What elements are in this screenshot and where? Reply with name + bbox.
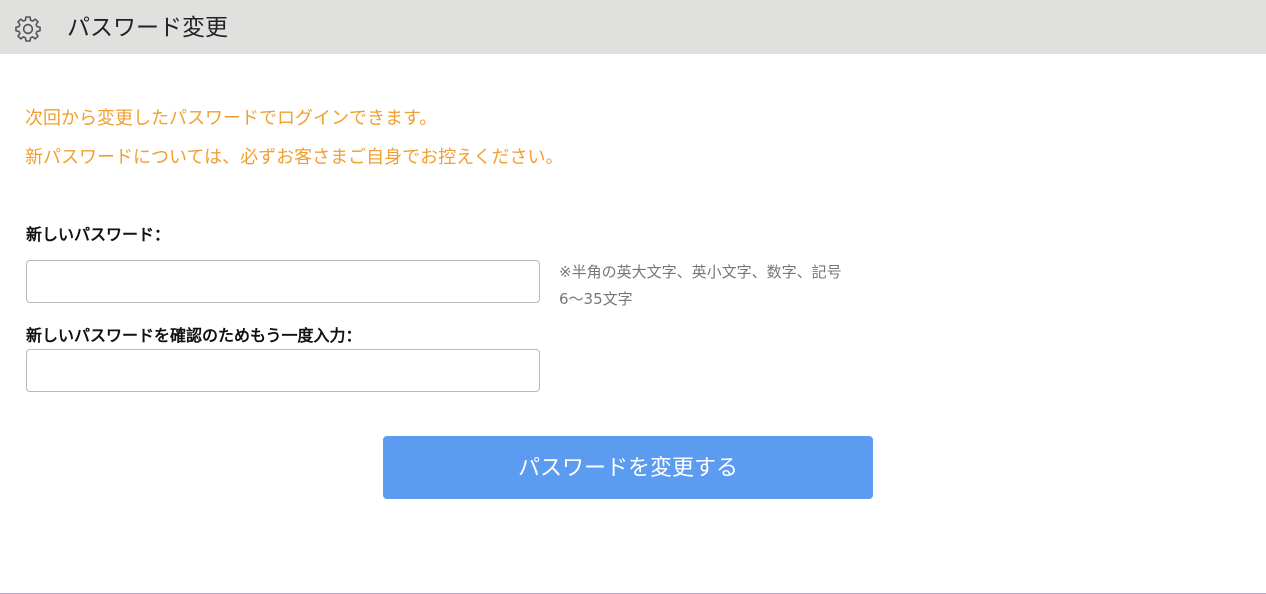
password-length-hint: 6～35文字 — [559, 290, 633, 308]
confirm-password-label: 新しいパスワードを確認のためもう一度入力： — [26, 326, 362, 345]
notice-keep-password: 新パスワードについては、必ずお客さまご自身でお控えください。 — [25, 147, 564, 168]
notice-login-info: 次回から変更したパスワードでログインできます。 — [25, 108, 438, 129]
new-password-label: 新しいパスワード： — [26, 225, 171, 244]
new-password-field[interactable] — [26, 260, 540, 303]
confirm-password-field[interactable] — [26, 349, 540, 392]
gear-icon — [15, 16, 41, 42]
password-rule-hint: ※半角の英大文字、英小文字、数字、記号 — [559, 263, 842, 281]
password-change-page: パスワード変更 次回から変更したパスワードでログインできます。 新パスワードにつ… — [0, 0, 1266, 594]
change-password-button[interactable]: パスワードを変更する — [383, 436, 873, 499]
page-header: パスワード変更 — [0, 0, 1266, 54]
page-title: パスワード変更 — [67, 15, 228, 41]
